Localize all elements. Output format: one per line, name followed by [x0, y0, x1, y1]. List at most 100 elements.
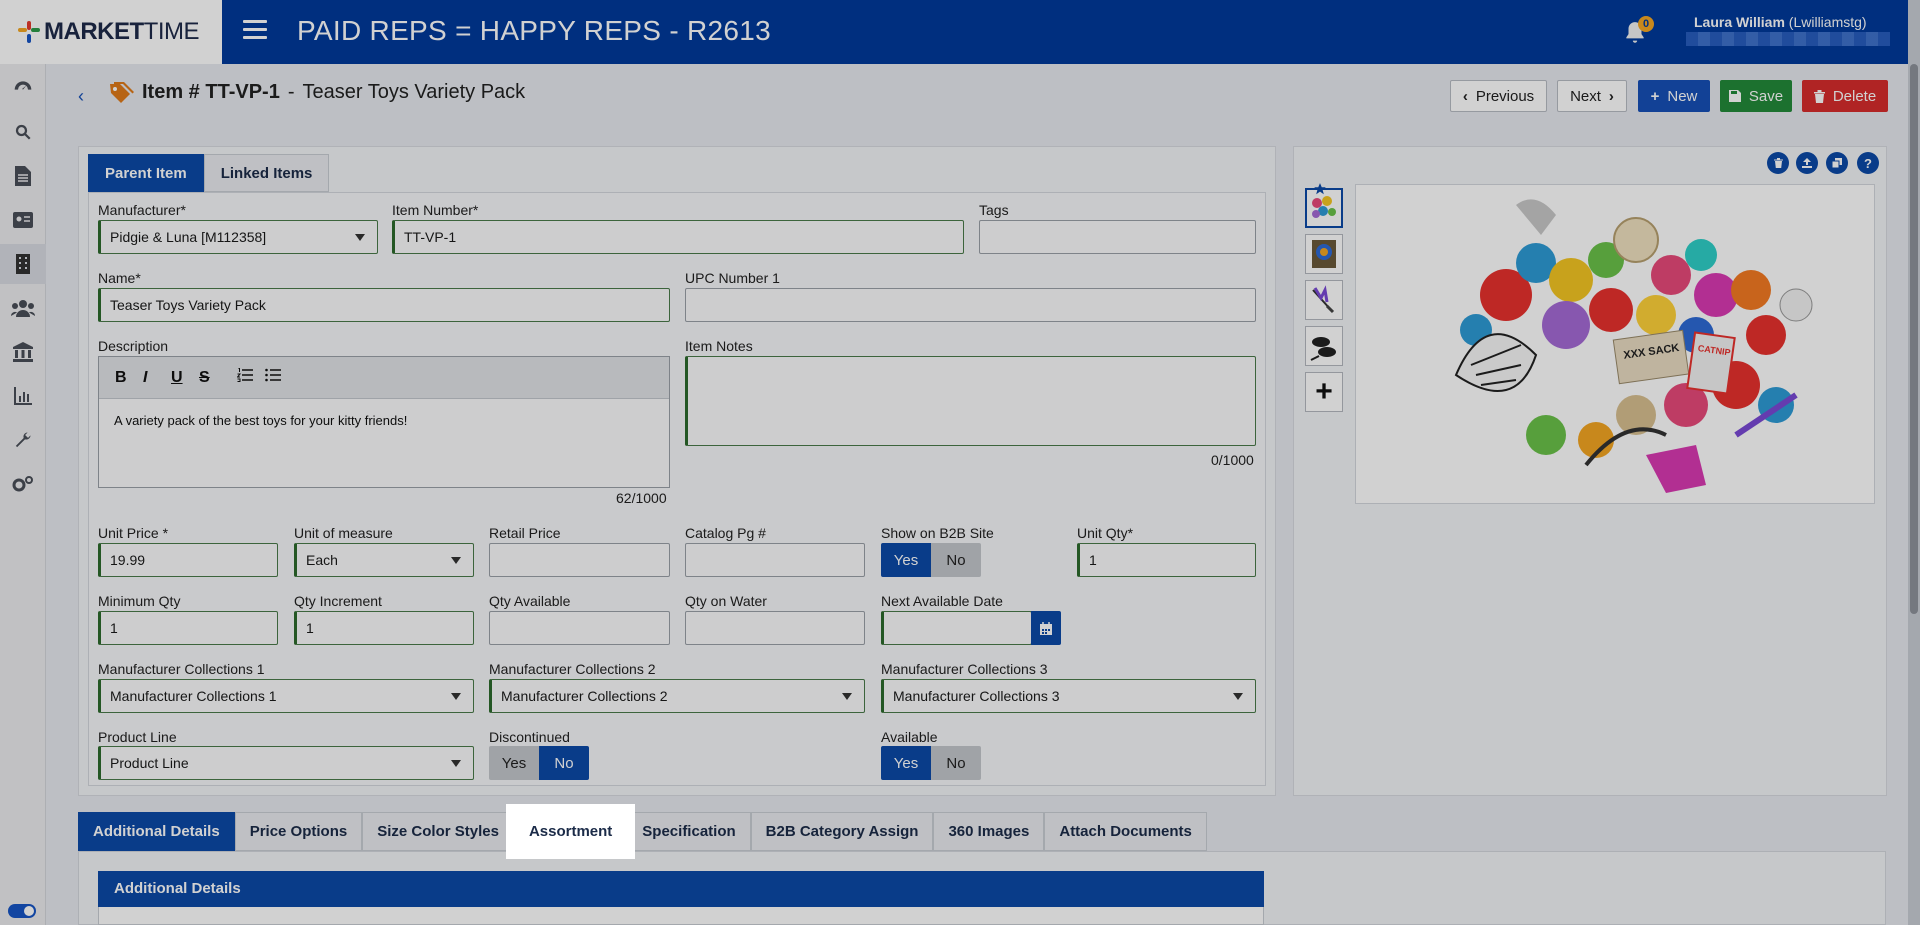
tab-price-options[interactable]: Price Options — [234, 812, 363, 851]
description-text[interactable]: A variety pack of the best toys for your… — [99, 399, 669, 442]
tags-input[interactable] — [979, 220, 1256, 254]
tab-parent-item[interactable]: Parent Item — [88, 154, 204, 192]
nav-wrench-icon[interactable] — [0, 420, 46, 460]
nav-dashboard-icon[interactable] — [0, 68, 46, 108]
tab-additional-details[interactable]: Additional Details — [78, 812, 235, 851]
italic-button[interactable]: I — [143, 369, 171, 387]
qty-on-water-input[interactable] — [685, 611, 865, 645]
discontinued-label: Discontinued — [489, 729, 570, 745]
page-title: Item # TT-VP-1 - Teaser Toys Variety Pac… — [108, 81, 525, 104]
notifications-bell-icon[interactable]: 0 — [1622, 16, 1654, 46]
product-line-select[interactable]: Product Line — [98, 746, 474, 780]
new-button[interactable]: + New — [1638, 80, 1710, 112]
additional-details-body — [98, 907, 1264, 925]
available-no[interactable]: No — [931, 746, 981, 780]
unit-of-measure-label: Unit of measure — [294, 525, 393, 541]
product-image[interactable]: XXX SACK CATNIP — [1355, 184, 1875, 504]
form-tabs: Parent Item Linked Items — [88, 154, 330, 192]
image-thumbnail-4[interactable] — [1305, 326, 1343, 366]
tab-specification[interactable]: Specification — [627, 812, 751, 851]
strikethrough-button[interactable]: S — [199, 369, 227, 387]
item-number-label: Item Number* — [392, 202, 479, 218]
unit-price-label: Unit Price * — [98, 525, 169, 541]
mc2-select[interactable]: Manufacturer Collections 2 — [489, 679, 865, 713]
qty-available-input[interactable] — [489, 611, 670, 645]
item-notes-label: Item Notes — [685, 338, 753, 354]
bold-button[interactable]: B — [115, 369, 143, 387]
item-notes-counter: 0/1000 — [1211, 452, 1254, 468]
image-thumbnail-2[interactable] — [1305, 234, 1343, 274]
bullet-list-icon[interactable] — [265, 368, 293, 387]
mc1-select[interactable]: Manufacturer Collections 1 — [98, 679, 474, 713]
logo-text: MARKETTIME — [44, 18, 199, 45]
tab-linked-items[interactable]: Linked Items — [203, 154, 330, 192]
copy-icon[interactable] — [1826, 152, 1848, 174]
upload-icon[interactable] — [1796, 152, 1818, 174]
detail-tabs: Additional Details Price Options Size Co… — [78, 812, 1207, 851]
qty-increment-input[interactable]: 1 — [294, 611, 474, 645]
nav-contact-card-icon[interactable] — [0, 200, 46, 240]
nav-document-icon[interactable] — [0, 156, 46, 196]
help-icon[interactable]: ? — [1857, 152, 1879, 174]
description-counter: 62/1000 — [616, 490, 667, 506]
minimum-qty-input[interactable]: 1 — [98, 611, 278, 645]
item-name-title: Teaser Toys Variety Pack — [302, 81, 526, 103]
tags-label: Tags — [979, 202, 1009, 218]
item-number-input[interactable]: TT-VP-1 — [392, 220, 964, 254]
tab-attach-documents[interactable]: Attach Documents — [1044, 812, 1207, 851]
nav-chart-icon[interactable] — [0, 376, 46, 416]
discontinued-no[interactable]: No — [539, 746, 589, 780]
cat-toys-image: XXX SACK CATNIP — [1454, 199, 1813, 493]
mc3-select[interactable]: Manufacturer Collections 3 — [881, 679, 1256, 713]
theme-toggle[interactable] — [8, 904, 36, 918]
next-button[interactable]: Next › — [1557, 80, 1627, 112]
nav-bank-icon[interactable] — [0, 332, 46, 372]
tab-assortment[interactable]: Assortment — [513, 812, 628, 851]
logo[interactable]: MARKETTIME — [0, 0, 222, 64]
upc-label: UPC Number 1 — [685, 270, 780, 286]
available-yes[interactable]: Yes — [881, 746, 931, 780]
name-input[interactable]: Teaser Toys Variety Pack — [98, 288, 670, 322]
tab-size-color-styles[interactable]: Size Color Styles — [362, 812, 514, 851]
show-b2b-no[interactable]: No — [931, 543, 981, 577]
save-button[interactable]: Save — [1720, 80, 1792, 112]
menu-toggle-icon[interactable] — [243, 20, 267, 42]
underline-button[interactable]: U — [171, 369, 199, 387]
nav-users-icon[interactable] — [0, 288, 46, 328]
product-line-label: Product Line — [98, 729, 177, 745]
additional-details-header: Additional Details — [98, 871, 1264, 907]
unit-price-input[interactable]: 19.99 — [98, 543, 278, 577]
catalog-pg-input[interactable] — [685, 543, 865, 577]
unit-qty-input[interactable]: 1 — [1077, 543, 1256, 577]
page-scrollbar[interactable] — [1908, 0, 1920, 925]
retail-price-input[interactable] — [489, 543, 670, 577]
mc1-label: Manufacturer Collections 1 — [98, 661, 265, 677]
add-image-button[interactable]: + — [1305, 372, 1343, 412]
user-name[interactable]: Laura William (Lwilliamstg) — [1694, 14, 1867, 30]
name-label: Name* — [98, 270, 141, 286]
previous-button[interactable]: ‹ Previous — [1450, 80, 1547, 112]
image-thumbnail-3[interactable] — [1305, 280, 1343, 320]
top-bar: MARKETTIME PAID REPS = HAPPY REPS - R261… — [0, 0, 1920, 64]
calendar-icon[interactable] — [1031, 611, 1061, 645]
tab-b2b-category-assign[interactable]: B2B Category Assign — [750, 812, 934, 851]
next-available-date-input[interactable] — [881, 611, 1032, 645]
ordered-list-icon[interactable] — [236, 367, 265, 387]
nav-search-icon[interactable] — [0, 112, 46, 152]
description-editor[interactable]: B I U S A variety pack of the best toys … — [98, 356, 670, 488]
discontinued-yes[interactable]: Yes — [489, 746, 539, 780]
delete-button[interactable]: Delete — [1802, 80, 1888, 112]
delete-image-icon[interactable] — [1767, 152, 1789, 174]
nav-building-icon[interactable] — [0, 244, 46, 284]
left-nav-rail — [0, 64, 46, 925]
show-b2b-yes[interactable]: Yes — [881, 543, 931, 577]
unit-of-measure-select[interactable]: Each — [294, 543, 474, 577]
back-chevron-icon[interactable]: ‹ — [78, 86, 84, 107]
manufacturer-select[interactable]: Pidgie & Luna [M112358] — [98, 220, 378, 254]
upc-input[interactable] — [685, 288, 1256, 322]
image-thumbnail-1[interactable] — [1305, 183, 1343, 228]
qty-on-water-label: Qty on Water — [685, 593, 767, 609]
item-notes-textarea[interactable] — [685, 356, 1256, 446]
tab-360-images[interactable]: 360 Images — [933, 812, 1045, 851]
nav-settings-icon[interactable] — [0, 464, 46, 504]
